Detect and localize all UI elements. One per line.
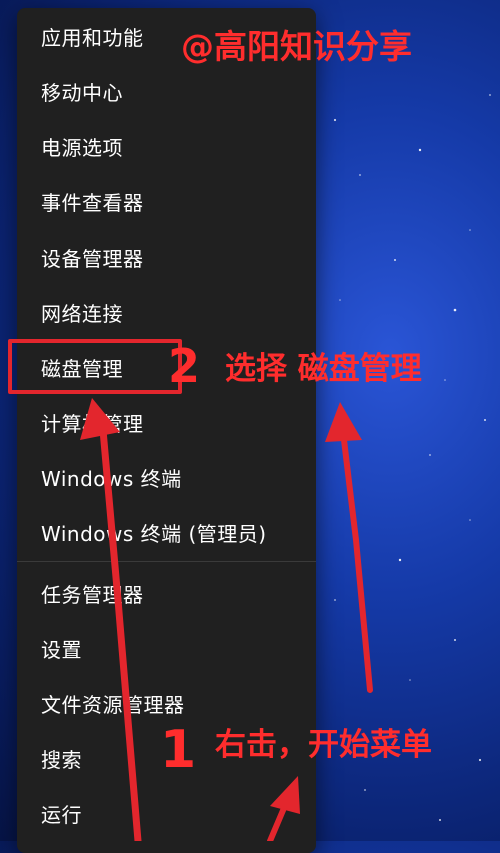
annotation-arrows — [80, 398, 373, 841]
arrow-to-step-2-caption — [325, 402, 373, 693]
arrow-bottom-partial — [267, 776, 300, 841]
arrow-to-disk-management — [80, 398, 142, 841]
